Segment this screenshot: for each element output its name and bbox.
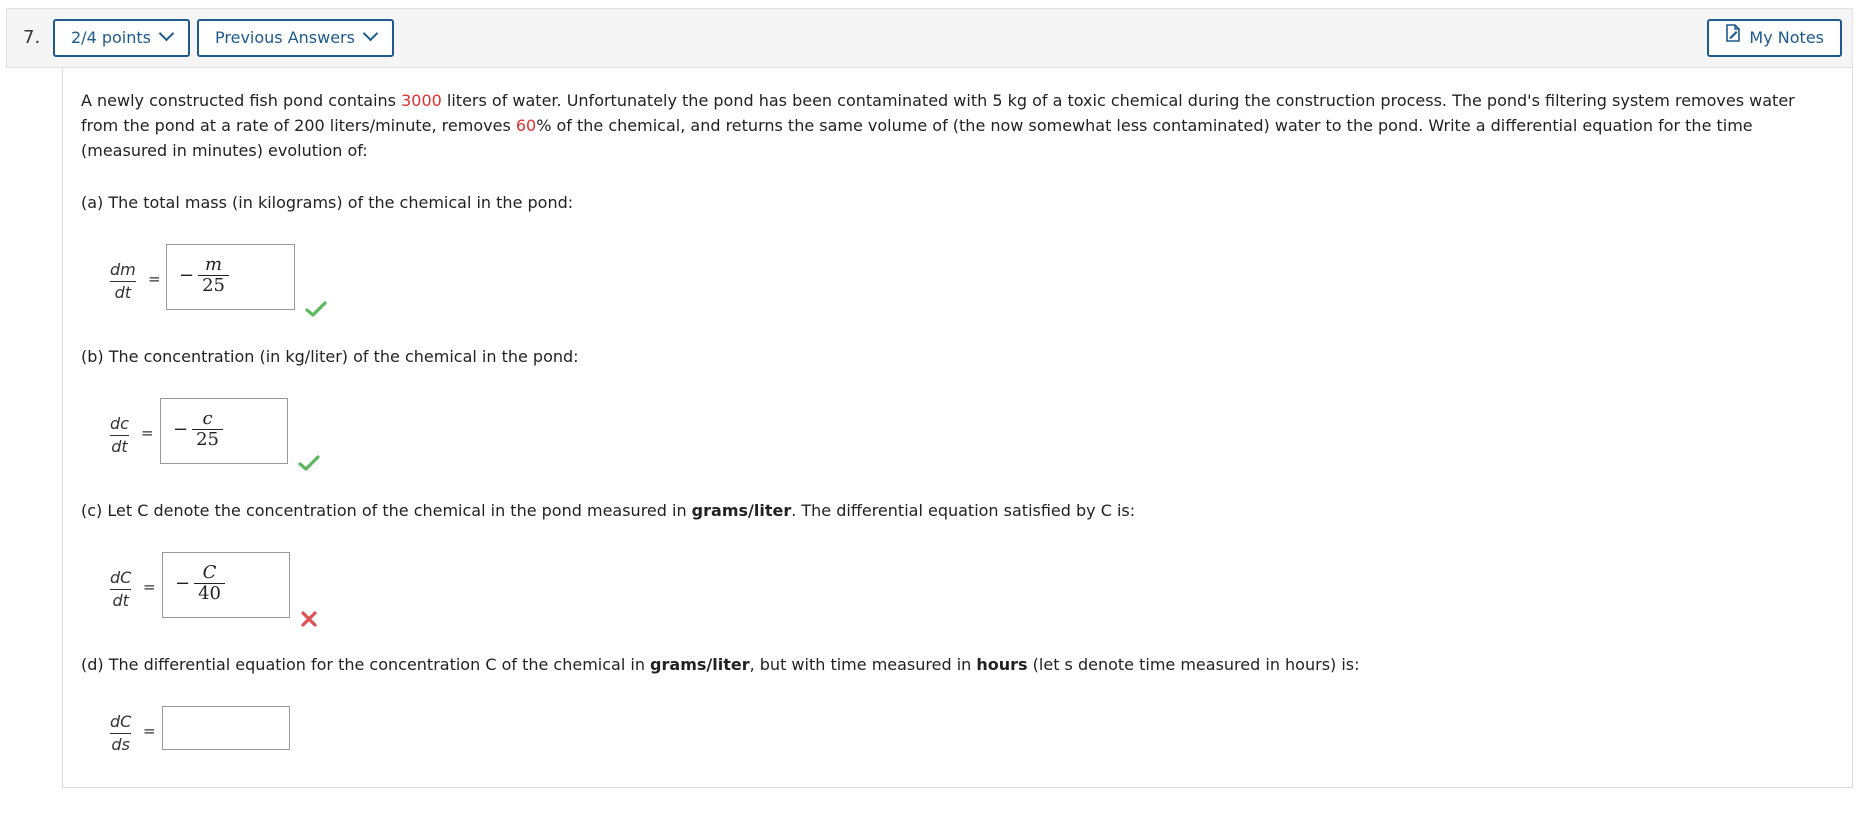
part-b-text: (b) The concentration (in kg/liter) of t…	[81, 347, 579, 366]
x-mark-icon	[301, 611, 317, 627]
part-a-lhs: dm dt	[110, 260, 136, 302]
my-notes-button[interactable]: My Notes	[1707, 19, 1842, 57]
equals-sign: =	[141, 424, 154, 442]
part-d-text: (d) The differential equation for the co…	[81, 655, 1360, 674]
part-c-lhs: dC dt	[110, 568, 132, 610]
chevron-down-icon	[362, 25, 379, 42]
part-c-answer-box[interactable]: − C 40	[162, 552, 290, 618]
equals-sign: =	[148, 270, 161, 288]
previous-answers-label: Previous Answers	[215, 28, 355, 47]
part-d-lhs: dC ds	[110, 712, 132, 754]
part-b-answer-box[interactable]: − c 25	[160, 398, 288, 464]
question-header: 7. 2/4 points Previous Answers My Notes	[6, 8, 1853, 68]
question-number: 7.	[23, 27, 41, 48]
part-c-answer-expression: − C 40	[175, 563, 225, 604]
volume-value: 3000	[401, 91, 442, 110]
checkmark-icon	[298, 455, 320, 471]
equals-sign: =	[143, 578, 156, 596]
points-dropdown-button[interactable]: 2/4 points	[53, 19, 190, 57]
checkmark-icon	[305, 301, 327, 317]
equals-sign: =	[143, 722, 156, 740]
part-a-answer-box[interactable]: − m 25	[166, 244, 295, 310]
percent-value: 60	[515, 116, 537, 135]
part-a-text: (a) The total mass (in kilograms) of the…	[81, 193, 574, 212]
notes-icon	[1725, 20, 1741, 54]
chevron-down-icon	[158, 25, 175, 42]
points-label: 2/4 points	[71, 28, 151, 47]
question-prompt: A newly constructed fish pond contains 3…	[81, 91, 1795, 160]
part-b-lhs: dc dt	[110, 414, 129, 456]
previous-answers-dropdown-button[interactable]: Previous Answers	[197, 19, 394, 57]
part-d-answer-box[interactable]	[162, 706, 290, 750]
question-body	[62, 68, 1853, 788]
part-a-answer-expression: − m 25	[179, 255, 229, 296]
part-c-text: (c) Let C denote the concentration of th…	[81, 501, 1136, 520]
part-b-answer-expression: − c 25	[173, 409, 223, 450]
my-notes-label: My Notes	[1749, 28, 1824, 47]
